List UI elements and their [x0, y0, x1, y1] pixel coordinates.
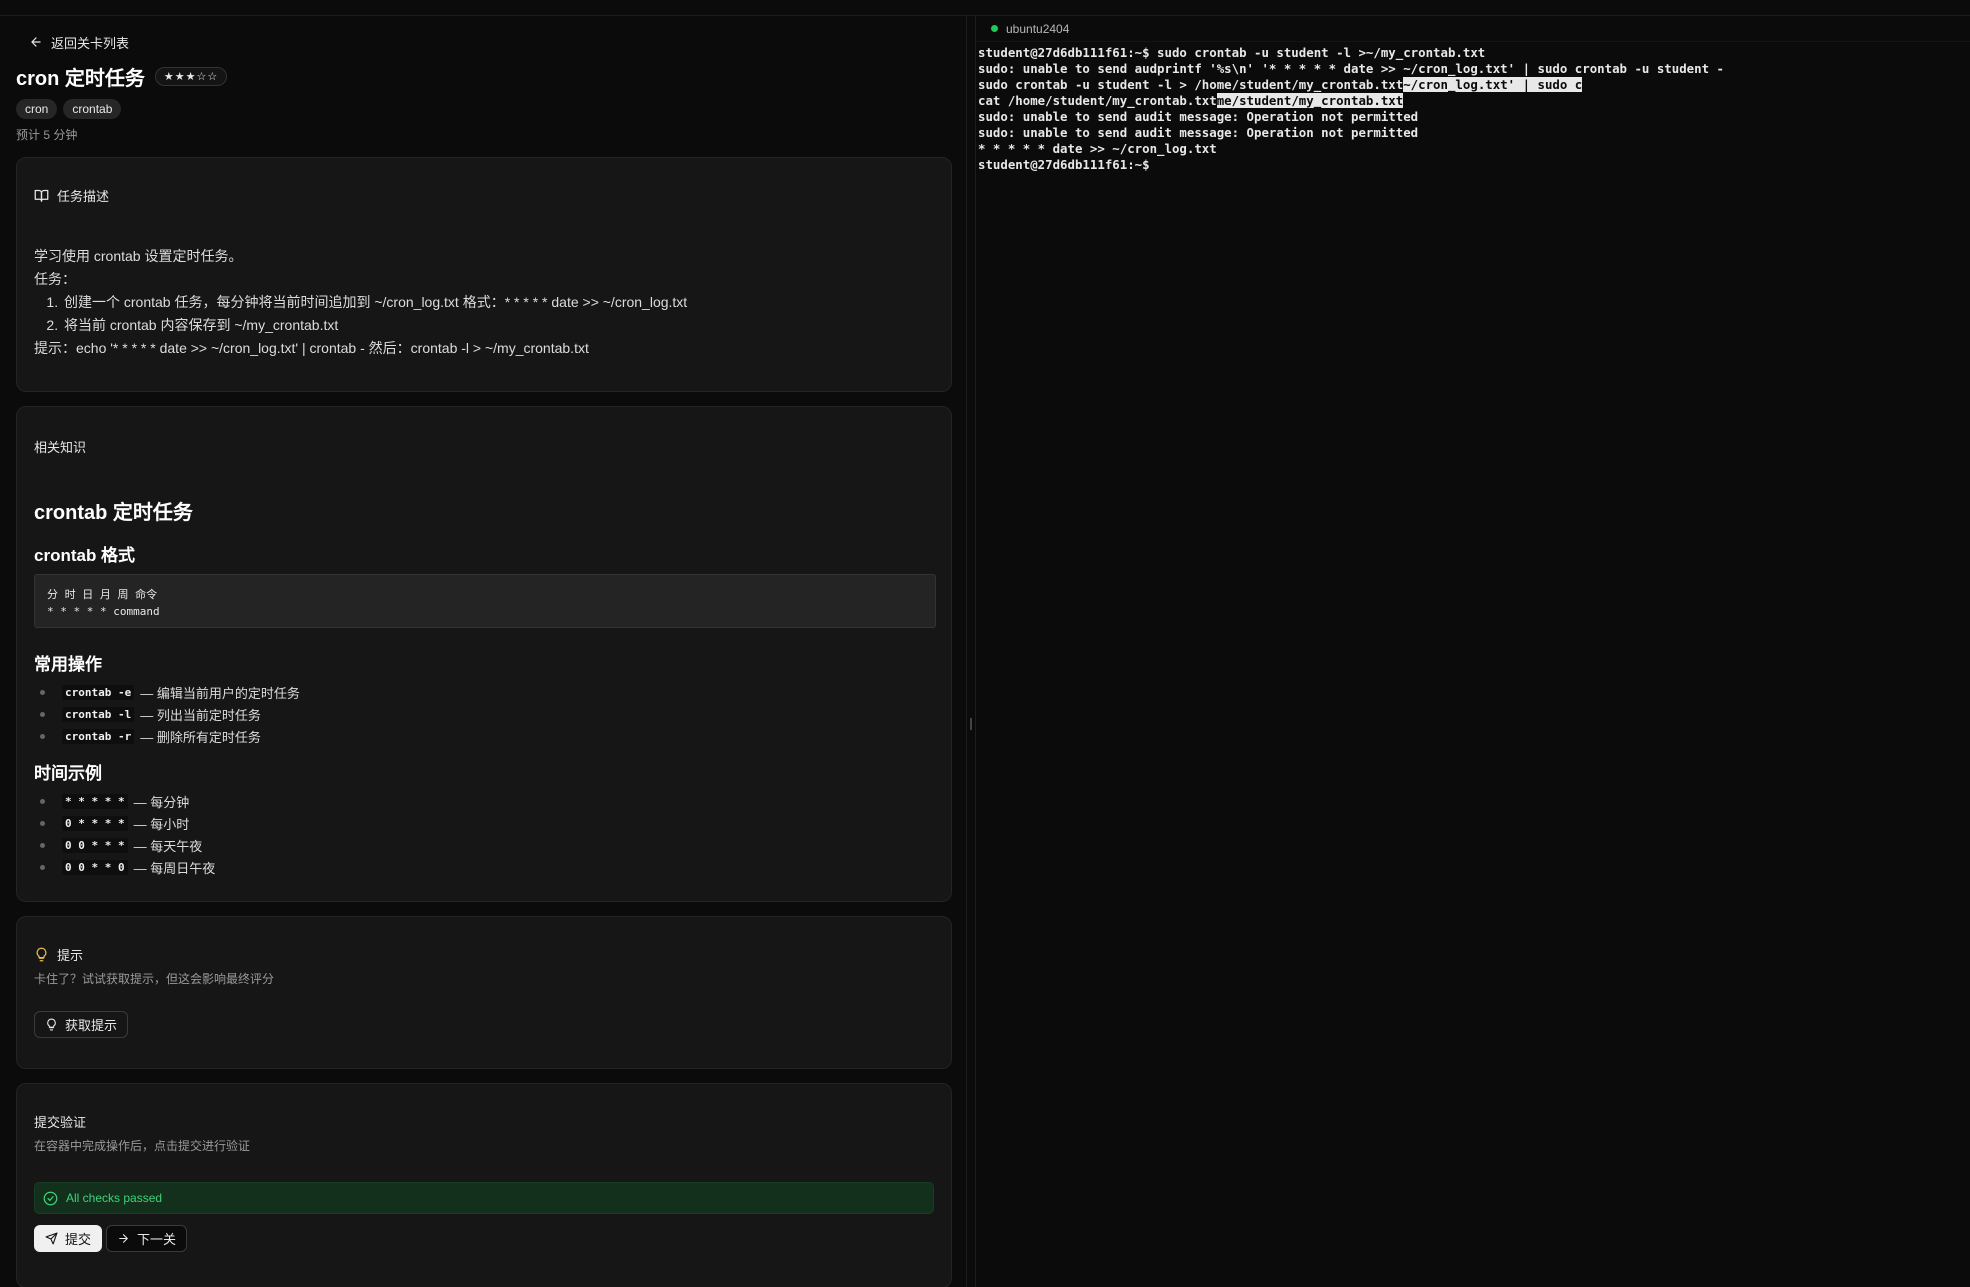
list-item: * * * * * — 每分钟	[34, 790, 934, 812]
knowledge-heading: 相关知识	[34, 440, 87, 455]
hint-subtitle: 卡住了？试试获取提示，但这会影响最终评分	[34, 972, 275, 986]
list-item: 0 0 * * 0— 每周日午夜	[34, 856, 934, 878]
ops-heading: 常用操作	[34, 655, 102, 674]
terminal-line: sudo crontab -u student -l > /home/stude…	[978, 77, 1583, 92]
terminal-line: cat /home/student/my_crontab.txtme/stude…	[978, 93, 1404, 108]
app-root: 返回关卡列表 cron 定时任务 ★★★☆☆ cron crontab 预计 5…	[0, 15, 1970, 1287]
task-step: 将当前 crontab 内容保存到 ~/my_crontab.txt	[62, 314, 934, 337]
list-item: crontab -e — 编辑当前用户的定时任务	[34, 681, 934, 703]
description-intro: 学习使用 crontab 设置定时任务。	[34, 248, 243, 264]
hint-heading: 提示	[57, 948, 84, 963]
list-item: 0 * * * * — 每小时	[34, 812, 934, 834]
next-level-button[interactable]: 下一关	[106, 1225, 188, 1252]
list-item: crontab -r — 删除所有定时任务	[34, 725, 934, 747]
terminal-line: student@27d6db111f61:~$	[978, 157, 1150, 172]
task-steps: 创建一个 crontab 任务，每分钟将当前时间追加到 ~/cron_log.t…	[34, 291, 934, 337]
arrow-right-icon	[119, 1234, 128, 1243]
checks-status-text: All checks passed	[66, 1191, 163, 1205]
page-title: cron 定时任务	[16, 68, 145, 90]
level-panel: 返回关卡列表 cron 定时任务 ★★★☆☆ cron crontab 预计 5…	[0, 16, 966, 1287]
terminal-line: student@27d6db111f61:~$ sudo crontab -u …	[978, 45, 1486, 60]
difficulty-badge: ★★★☆☆	[154, 67, 228, 86]
hint-card: 提示 卡住了？试试获取提示，但这会影响最终评分 获取提示	[16, 916, 952, 1069]
terminal-selection: ~/cron_log.txt' | sudo c	[1403, 77, 1583, 92]
book-icon	[34, 189, 49, 202]
task-step: 创建一个 crontab 任务，每分钟将当前时间追加到 ~/cron_log.t…	[62, 291, 934, 314]
ops-list: crontab -e — 编辑当前用户的定时任务 crontab -l — 列出当前…	[34, 681, 934, 747]
submit-card: 提交验证 在容器中完成操作后，点击提交进行验证 All checks passe…	[16, 1083, 952, 1287]
tag-crontab: crontab	[63, 99, 122, 119]
tag-cron: cron	[16, 99, 58, 119]
task-tip: 提示：echo '* * * * * date >> ~/cron_log.tx…	[34, 340, 589, 356]
format-heading: crontab 格式	[34, 546, 136, 565]
knowledge-title: crontab 定时任务	[34, 502, 193, 524]
format-code-block: 分 时 日 月 周 命令 * * * * * command	[34, 574, 936, 628]
next-level-label: 下一关	[137, 1232, 177, 1247]
tag-list: cron crontab	[16, 99, 950, 119]
lightbulb-icon	[47, 1018, 56, 1031]
status-dot-icon	[991, 25, 998, 32]
terminal-line: sudo: unable to send audit message: Oper…	[978, 109, 1419, 124]
terminal-selection: me/student/my_crontab.txt	[1216, 93, 1404, 108]
terminal-header: ubuntu2404	[976, 16, 1970, 42]
description-heading: 任务描述	[57, 189, 110, 204]
submit-button[interactable]: 提交	[34, 1225, 103, 1252]
description-card: 任务描述 学习使用 crontab 设置定时任务。 任务： 创建一个 cront…	[16, 157, 952, 392]
knowledge-card: 相关知识 crontab 定时任务 crontab 格式 分 时 日 月 周 命…	[16, 406, 952, 902]
examples-heading: 时间示例	[34, 764, 102, 783]
check-circle-icon	[43, 1191, 58, 1205]
terminal-line: sudo: unable to send audit message: Oper…	[978, 125, 1419, 140]
get-hint-button[interactable]: 获取提示	[34, 1011, 129, 1038]
list-item: 0 0 * * * — 每天午夜	[34, 834, 934, 856]
terminal-panel[interactable]: ubuntu2404 student@27d6db111f61:~$ sudo …	[976, 16, 1970, 1287]
send-icon	[45, 1232, 58, 1245]
submit-heading: 提交验证	[34, 1115, 87, 1130]
terminal-line: * * * * * date >> ~/cron_log.txt	[978, 141, 1217, 156]
submit-label: 提交	[65, 1232, 92, 1247]
terminal-host: ubuntu2404	[1006, 21, 1070, 36]
checks-status-banner: All checks passed	[34, 1182, 934, 1214]
terminal-line: sudo: unable to send audprintf '%s\n' '*…	[978, 61, 1724, 76]
get-hint-label: 获取提示	[65, 1018, 118, 1033]
format-code-line: * * * * * command	[47, 605, 160, 618]
list-item: crontab -l — 列出当前定时任务	[34, 703, 934, 725]
submit-subtitle: 在容器中完成操作后，点击提交进行验证	[34, 1139, 251, 1153]
task-label: 任务：	[34, 271, 76, 287]
arrow-left-icon	[31, 37, 41, 47]
panel-resize-handle[interactable]	[966, 16, 976, 1287]
time-estimate: 预计 5 分钟	[16, 128, 78, 142]
back-label: 返回关卡列表	[51, 35, 130, 51]
format-code-line: 分 时 日 月 周 命令	[47, 588, 158, 601]
lightbulb-icon	[36, 947, 47, 962]
grip-icon	[970, 718, 972, 730]
back-to-levels-link[interactable]: 返回关卡列表	[29, 34, 950, 51]
terminal-output[interactable]: student@27d6db111f61:~$ sudo crontab -u …	[978, 45, 1970, 173]
examples-list: * * * * * — 每分钟 0 * * * * — 每小时 0 0 * * * —…	[34, 790, 934, 878]
